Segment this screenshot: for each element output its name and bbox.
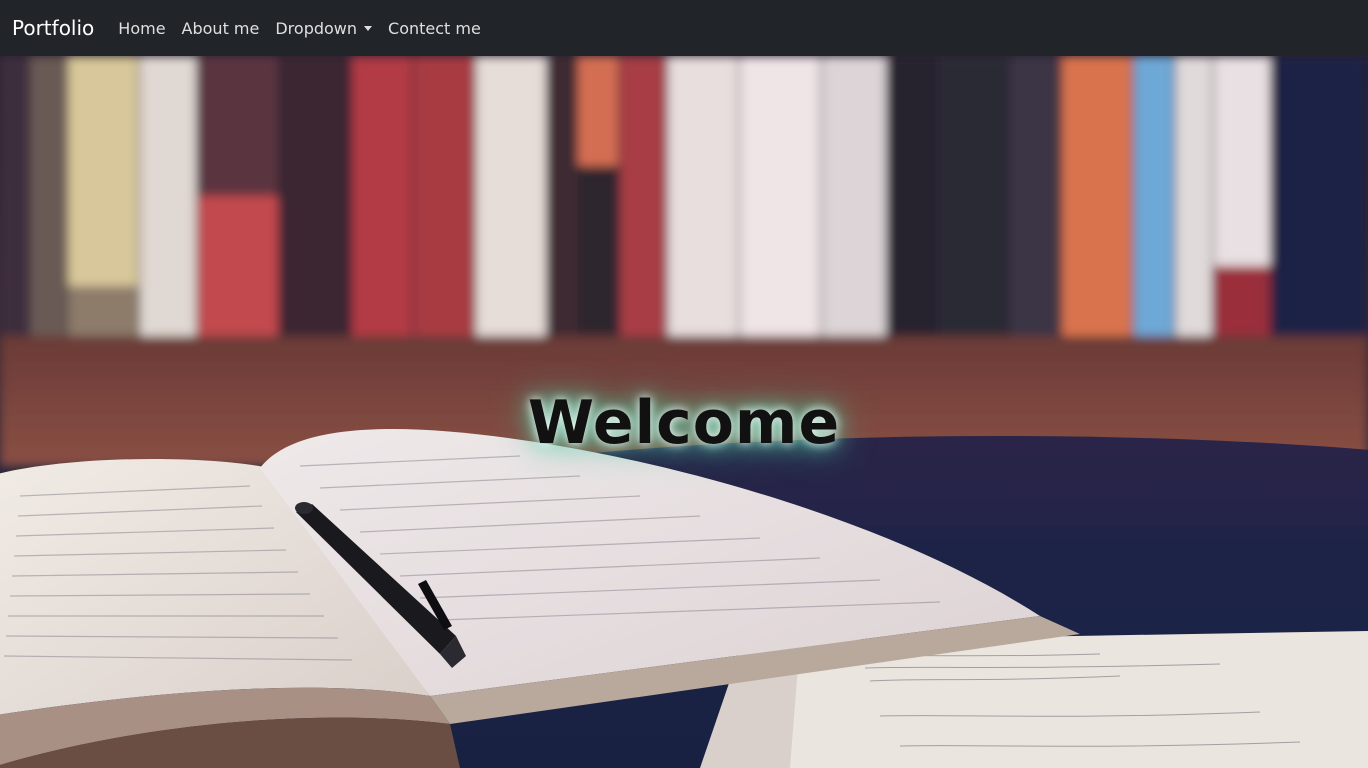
caret-down-icon <box>364 25 373 31</box>
navbar-brand[interactable]: Portfolio <box>12 16 94 40</box>
nav-item-home-label: Home <box>118 18 166 38</box>
top-navbar: Portfolio Home About me Dropdown Contect… <box>0 0 1368 56</box>
nav-item-contact-label: Contect me <box>388 18 481 38</box>
nav-dropdown-toggle[interactable]: Dropdown <box>275 18 373 38</box>
welcome-heading: Welcome <box>527 388 841 459</box>
nav-dropdown-label: Dropdown <box>275 18 358 38</box>
nav-item-home[interactable]: Home <box>118 19 165 38</box>
nav-item-about[interactable]: About me <box>182 19 260 38</box>
hero-section: Welcome <box>0 56 1368 768</box>
nav-item-about-label: About me <box>181 18 260 38</box>
nav-item-contact[interactable]: Contect me <box>388 19 481 38</box>
